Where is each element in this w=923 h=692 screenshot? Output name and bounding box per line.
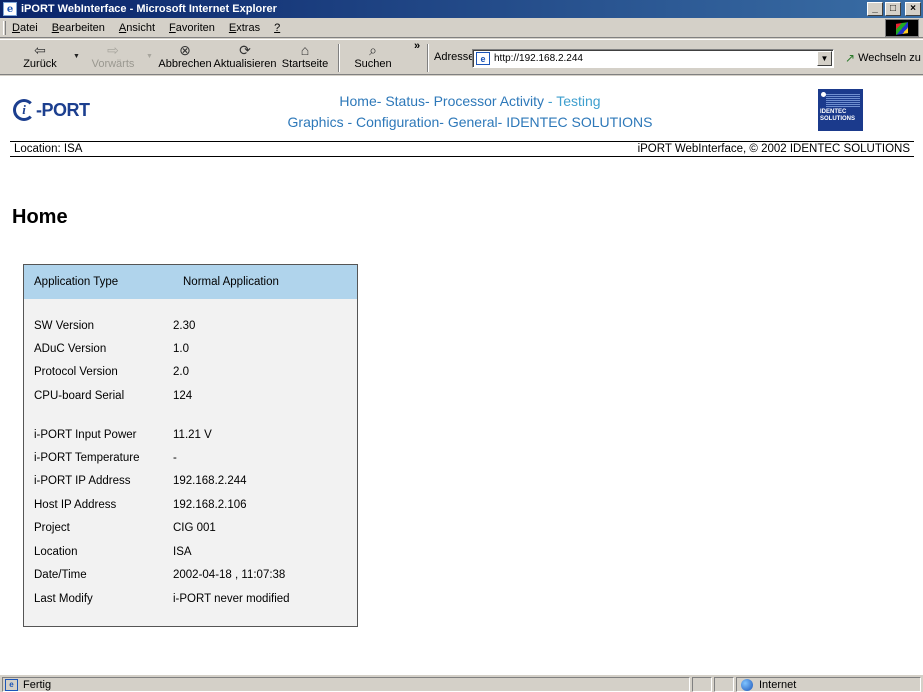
- home-icon: ⌂: [300, 42, 310, 58]
- header-key: Application Type: [34, 276, 119, 288]
- nav-testing[interactable]: - Testing: [544, 93, 601, 109]
- maximize-button[interactable]: □: [885, 2, 901, 16]
- device-info-table: Application Type Normal Application SW V…: [23, 264, 358, 627]
- nav-home[interactable]: Home: [339, 93, 376, 109]
- status-bar: e Fertig Internet: [0, 674, 923, 692]
- address-value[interactable]: http://192.168.2.244: [494, 53, 583, 64]
- identec-logo: IDENTEC SOLUTIONS: [818, 89, 863, 131]
- location-bar: Location: ISA iPORT WebInterface, © 2002…: [10, 141, 914, 157]
- forward-arrow-icon: ⇨: [107, 42, 119, 58]
- stop-icon: ⊗: [179, 42, 191, 58]
- toolbar: ⇦ Zurück ▼ ⇨ Vorwärts ▼ ⊗ Abbrechen ⟳ Ak…: [0, 39, 923, 75]
- status-text: Fertig: [23, 678, 52, 691]
- status-main: e Fertig: [2, 677, 690, 692]
- header-value: Normal Application: [183, 276, 279, 288]
- main-navigation: Home- Status- Processor Activity - Testi…: [240, 91, 700, 133]
- forward-button[interactable]: ⇨ Vorwärts: [90, 42, 136, 74]
- globe-icon: [741, 678, 753, 691]
- nav-status[interactable]: - Status: [377, 93, 425, 109]
- copyright-text: iPORT WebInterface, © 2002 IDENTEC SOLUT…: [637, 143, 910, 155]
- address-label: Adresse: [434, 51, 475, 63]
- page-icon: e: [476, 52, 490, 65]
- page-done-icon: e: [5, 678, 18, 691]
- zone-text: Internet: [759, 678, 797, 691]
- nav-processor-activity[interactable]: - Processor Activity: [425, 93, 544, 109]
- go-button[interactable]: ↗ Wechseln zu: [845, 51, 921, 65]
- menu-help[interactable]: ?: [274, 22, 280, 34]
- nav-configuration[interactable]: - Configuration: [344, 114, 439, 130]
- menu-ansicht[interactable]: Ansicht: [119, 22, 155, 34]
- address-dropdown-icon[interactable]: ▼: [817, 51, 832, 66]
- menu-datei[interactable]: Datei: [12, 22, 38, 34]
- title-bar: e iPORT WebInterface - Microsoft Interne…: [0, 0, 923, 18]
- nav-line-2: Graphics - Configuration- General- IDENT…: [240, 112, 700, 133]
- web-content: i -PORT Home- Status- Processor Activity…: [0, 76, 923, 674]
- menu-extras[interactable]: Extras: [229, 22, 260, 34]
- refresh-button[interactable]: ⟳ Aktualisieren: [214, 42, 277, 74]
- forward-dropdown-icon[interactable]: ▼: [146, 53, 153, 60]
- status-cell: [714, 677, 734, 692]
- address-field[interactable]: e http://192.168.2.244 ▼: [472, 49, 834, 68]
- location-text: Location: ISA: [14, 143, 83, 155]
- window-title: iPORT WebInterface - Microsoft Internet …: [21, 3, 277, 15]
- menu-grip[interactable]: [3, 21, 6, 35]
- search-button[interactable]: ⌕ Suchen: [350, 42, 396, 74]
- menu-bar: Datei Bearbeiten Ansicht Favoriten Extra…: [0, 18, 923, 38]
- nav-line-1: Home- Status- Processor Activity - Testi…: [240, 91, 700, 112]
- stop-button[interactable]: ⊗ Abbrechen: [158, 42, 211, 74]
- ie-icon: e: [3, 2, 17, 16]
- table-header: Application Type Normal Application: [24, 265, 357, 299]
- go-arrow-icon: ↗: [845, 51, 856, 65]
- menu-favoriten[interactable]: Favoriten: [169, 22, 215, 34]
- back-dropdown-icon[interactable]: ▼: [73, 53, 80, 60]
- minimize-button[interactable]: _: [867, 2, 883, 16]
- windows-logo-icon: [885, 19, 919, 37]
- page-title: Home: [12, 206, 68, 228]
- back-arrow-icon: ⇦: [34, 42, 46, 58]
- security-zone: Internet: [736, 677, 921, 692]
- nav-graphics[interactable]: Graphics: [288, 114, 344, 130]
- iport-logo: i -PORT: [13, 98, 105, 122]
- status-cell: [692, 677, 712, 692]
- back-button[interactable]: ⇦ Zurück: [18, 42, 62, 74]
- menu-bearbeiten[interactable]: Bearbeiten: [52, 22, 105, 34]
- toolbar-separator: [427, 44, 429, 72]
- search-icon: ⌕: [369, 42, 377, 58]
- window-controls: _ □ ×: [867, 2, 921, 16]
- toolbar-separator: [338, 44, 340, 72]
- nav-general[interactable]: - General: [439, 114, 497, 130]
- toolbar-more-chevron-icon[interactable]: »: [414, 40, 420, 52]
- home-button[interactable]: ⌂ Startseite: [282, 42, 328, 74]
- refresh-icon: ⟳: [239, 42, 251, 58]
- close-button[interactable]: ×: [905, 2, 921, 16]
- nav-identec-solutions[interactable]: - IDENTEC SOLUTIONS: [498, 114, 653, 130]
